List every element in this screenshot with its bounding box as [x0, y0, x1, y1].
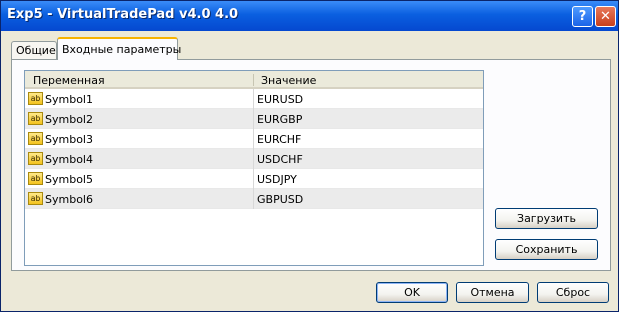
table-row[interactable]: ab Symbol2 EURGBP: [25, 109, 483, 129]
cancel-button[interactable]: Отмена: [456, 282, 529, 303]
column-divider[interactable]: [253, 74, 254, 86]
variable-name: Symbol4: [45, 153, 93, 166]
tab-general[interactable]: Общие: [11, 41, 57, 59]
ok-button[interactable]: OK: [376, 282, 448, 303]
string-type-icon: ab: [28, 112, 43, 125]
string-type-icon: ab: [28, 132, 43, 145]
variable-value[interactable]: USDJPY: [257, 173, 297, 186]
column-header-value[interactable]: Значение: [261, 74, 316, 87]
grid-header: Переменная Значение: [25, 71, 483, 89]
close-icon: ✕: [600, 9, 611, 24]
string-type-icon: ab: [28, 152, 43, 165]
variable-name: Symbol1: [45, 93, 93, 106]
string-type-icon: ab: [28, 92, 43, 105]
tab-panel: Переменная Значение ab Symbol1 EURUSD ab…: [11, 59, 611, 271]
variable-value[interactable]: GBPUSD: [257, 193, 303, 206]
cell-divider: [253, 169, 254, 189]
table-row[interactable]: ab Symbol4 USDCHF: [25, 149, 483, 169]
cell-divider: [253, 129, 254, 149]
tab-input-parameters[interactable]: Входные параметры: [57, 37, 181, 60]
variable-value[interactable]: USDCHF: [257, 153, 303, 166]
column-header-variable[interactable]: Переменная: [33, 74, 105, 87]
cell-divider: [253, 89, 254, 109]
variable-value[interactable]: EURCHF: [257, 133, 301, 146]
window-title: Exp5 - VirtualTradePad v4.0 4.0: [7, 7, 239, 22]
help-icon: ?: [578, 9, 587, 24]
cell-divider: [253, 189, 254, 209]
string-type-icon: ab: [28, 172, 43, 185]
save-button[interactable]: Сохранить: [495, 239, 598, 260]
reset-button[interactable]: Сброс: [537, 282, 609, 303]
variable-name: Symbol5: [45, 173, 93, 186]
variable-name: Symbol3: [45, 133, 93, 146]
table-row[interactable]: ab Symbol5 USDJPY: [25, 169, 483, 189]
parameters-grid[interactable]: Переменная Значение ab Symbol1 EURUSD ab…: [24, 70, 484, 266]
cell-divider: [253, 149, 254, 169]
string-type-icon: ab: [28, 192, 43, 205]
title-bar[interactable]: Exp5 - VirtualTradePad v4.0 4.0 ? ✕: [1, 1, 618, 31]
table-row[interactable]: ab Symbol6 GBPUSD: [25, 189, 483, 209]
variable-value[interactable]: EURGBP: [257, 113, 302, 126]
dialog-window: Exp5 - VirtualTradePad v4.0 4.0 ? ✕ Общи…: [0, 0, 619, 312]
cell-divider: [253, 109, 254, 129]
table-row[interactable]: ab Symbol3 EURCHF: [25, 129, 483, 149]
variable-name: Symbol6: [45, 193, 93, 206]
table-row[interactable]: ab Symbol1 EURUSD: [25, 89, 483, 109]
help-button[interactable]: ?: [572, 6, 593, 27]
load-button[interactable]: Загрузить: [495, 208, 598, 229]
close-button[interactable]: ✕: [595, 6, 616, 27]
variable-name: Symbol2: [45, 113, 93, 126]
variable-value[interactable]: EURUSD: [257, 93, 303, 106]
